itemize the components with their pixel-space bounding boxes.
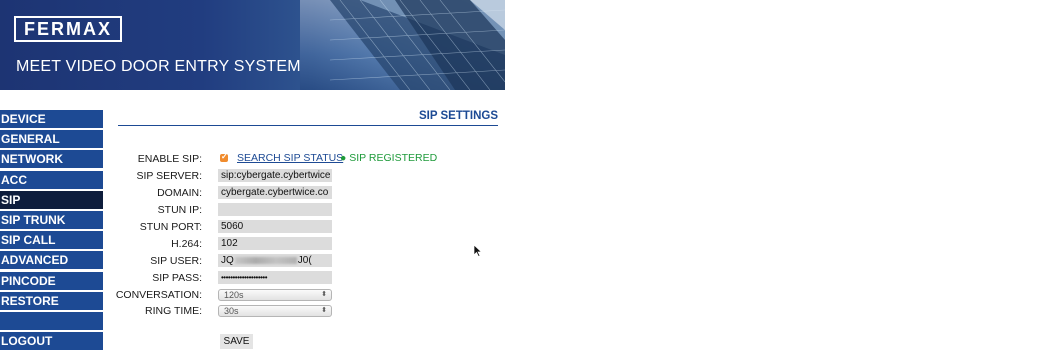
updown-arrows-icon: ⬍: [321, 307, 327, 314]
updown-arrows-icon: ⬍: [321, 291, 327, 298]
menu-spacer: [0, 311, 103, 330]
conversation-label: CONVERSATION:: [115, 289, 202, 301]
stun-port-label: STUN PORT:: [139, 221, 202, 233]
ring-time-label: RING TIME:: [145, 305, 202, 317]
stun-ip-row: STUN IP:: [100, 203, 202, 217]
stun-port-row: STUN PORT:: [100, 220, 202, 234]
menu-item-logout[interactable]: LOGOUT: [0, 332, 103, 351]
sip-pass-label: SIP PASS:: [152, 272, 202, 284]
domain-row: DOMAIN:: [100, 186, 202, 200]
enable-sip-label: ENABLE SIP:: [137, 153, 202, 165]
menu-item-sip-trunk[interactable]: SIP TRUNK: [0, 210, 103, 229]
fermax-logo: FERMAX: [14, 16, 122, 42]
ring-time-select[interactable]: 30s ⬍: [218, 305, 332, 317]
sip-user-row: SIP USER:: [100, 254, 202, 268]
menu-item-network[interactable]: NETWORK: [0, 150, 103, 169]
sip-server-input[interactable]: sip:cybergate.cybertwice: [218, 169, 332, 182]
conversation-row: CONVERSATION:: [100, 288, 202, 302]
sip-server-row: SIP SERVER:: [100, 169, 202, 183]
sip-user-label: SIP USER:: [150, 255, 202, 267]
domain-input[interactable]: cybergate.cybertwice.co: [218, 186, 332, 199]
conversation-value: 120s: [224, 290, 244, 300]
menu-item-advanced[interactable]: ADVANCED: [0, 251, 103, 270]
stun-port-input[interactable]: 5060: [218, 220, 332, 233]
h264-row: H.264:: [100, 237, 202, 251]
ring-time-value: 30s: [224, 306, 239, 316]
sip-user-input[interactable]: JQ J0(: [218, 254, 332, 267]
sip-pass-row: SIP PASS:: [100, 271, 202, 285]
building-illustration: [329, 0, 505, 90]
mouse-pointer-icon: [474, 245, 482, 257]
conversation-select[interactable]: 120s ⬍: [218, 289, 332, 301]
sidebar-menu: DEVICE GENERAL NETWORK ACC SIP SIP TRUNK…: [0, 110, 103, 352]
save-button[interactable]: SAVE: [220, 334, 253, 349]
domain-label: DOMAIN:: [157, 187, 202, 199]
enable-sip-row: ENABLE SIP:: [100, 152, 202, 166]
sip-registered-status: ● SIP REGISTERED: [340, 152, 438, 164]
menu-item-device[interactable]: DEVICE: [0, 110, 103, 128]
menu-item-acc[interactable]: ACC: [0, 170, 103, 189]
check-icon: ✓: [221, 152, 228, 161]
menu-item-restore[interactable]: RESTORE: [0, 291, 103, 310]
h264-label: H.264:: [171, 238, 202, 250]
ring-time-row: RING TIME:: [100, 304, 202, 318]
sip-server-label: SIP SERVER:: [136, 170, 202, 182]
search-sip-status-link[interactable]: SEARCH SIP STATUS: [237, 152, 343, 164]
sip-pass-input[interactable]: ••••••••••••••••••••: [218, 271, 332, 284]
stun-ip-input[interactable]: [218, 203, 332, 216]
section-title: SIP SETTINGS: [118, 110, 498, 126]
menu-item-general[interactable]: GENERAL: [0, 130, 103, 149]
menu-item-sip[interactable]: SIP: [0, 190, 103, 209]
h264-input[interactable]: 102: [218, 237, 332, 250]
menu-item-sip-call[interactable]: SIP CALL: [0, 231, 103, 250]
enable-sip-checkbox[interactable]: ✓: [220, 152, 228, 162]
sip-user-redacted: [234, 256, 297, 264]
header-banner: FERMAX MEET VIDEO DOOR ENTRY SYSTEM: [0, 0, 505, 90]
sip-user-prefix: JQ: [221, 255, 234, 266]
banner-tagline: MEET VIDEO DOOR ENTRY SYSTEM: [16, 58, 301, 75]
sip-user-suffix: J0(: [297, 255, 312, 266]
menu-item-pincode[interactable]: PINCODE: [0, 271, 103, 290]
stun-ip-label: STUN IP:: [157, 204, 202, 216]
